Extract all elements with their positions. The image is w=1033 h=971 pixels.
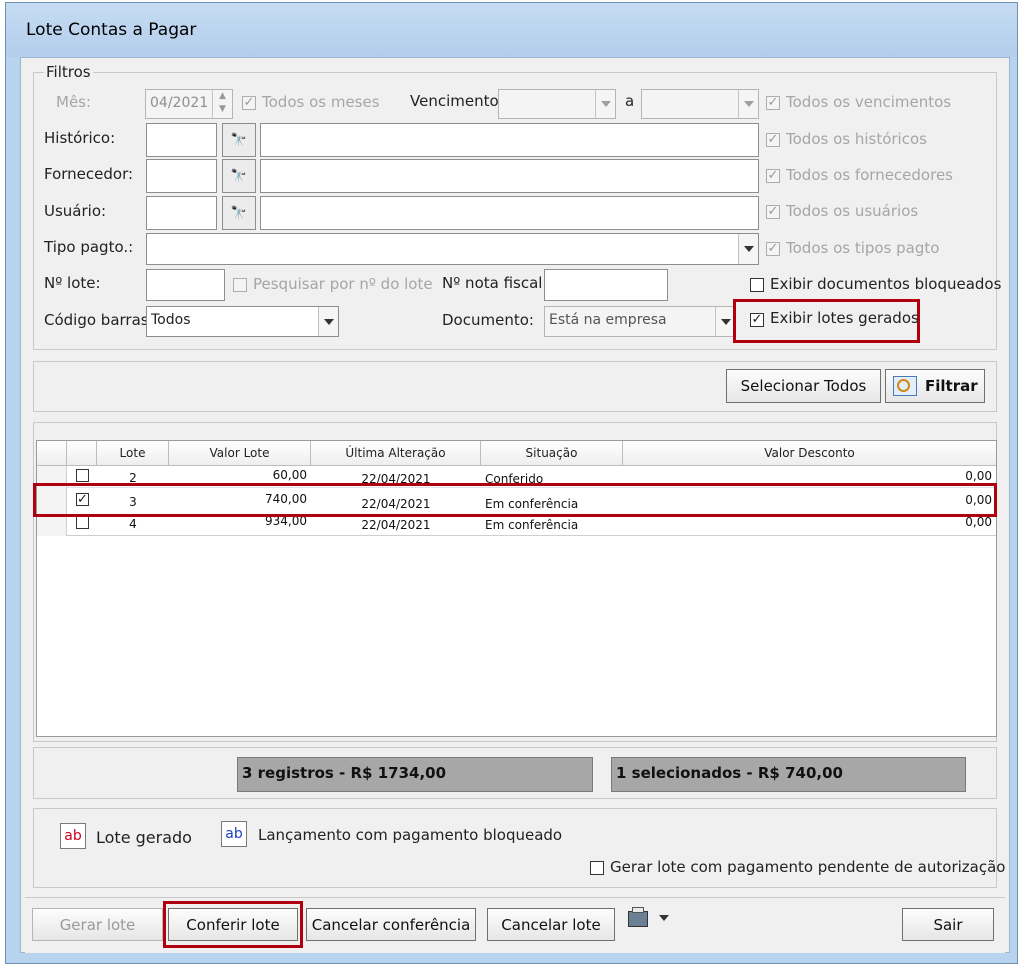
mes-spin[interactable]: ▲ ▼ (212, 90, 232, 118)
chevron-down-icon[interactable] (595, 90, 615, 118)
gerar-pendente-label: Gerar lote com pagamento pendente de aut… (610, 858, 1006, 876)
binoculars-icon: 🔭 (230, 168, 248, 184)
cell-data: 22/04/2021 (361, 518, 431, 532)
row-checkbox[interactable] (76, 469, 89, 482)
tipo-pagto-label: Tipo pagto.: (44, 238, 134, 256)
chevron-down-icon (659, 915, 669, 921)
cancelar-lote-button[interactable]: Cancelar lote (487, 908, 615, 941)
table-row[interactable]: 4 934,00 22/04/2021 Em conferência 0,00 (37, 514, 996, 536)
fornecedor-code-input[interactable] (146, 159, 217, 193)
vencimento-sep: a (625, 92, 635, 110)
tipo-pagto-select[interactable] (146, 233, 759, 265)
row-indicator (37, 514, 67, 536)
filter-button-label: Filtrar (925, 377, 978, 395)
cell-situacao: Em conferência (485, 518, 579, 532)
historico-search-button[interactable]: 🔭 (222, 123, 256, 157)
todos-historicos-checkbox[interactable]: ✓ (766, 133, 780, 147)
usuario-name-input[interactable] (260, 196, 759, 230)
vencimento-label: Vencimento: (410, 92, 504, 110)
selected-row-highlight (33, 483, 997, 517)
usuario-code-input[interactable] (146, 196, 217, 230)
todos-meses-label: Todos os meses (262, 93, 380, 111)
vencimento-from-select[interactable] (498, 89, 616, 119)
todos-fornecedores-label: Todos os fornecedores (786, 166, 953, 184)
pesquisar-lote-label: Pesquisar por nº do lote (253, 275, 433, 293)
cell-valor: 60,00 (272, 468, 307, 482)
fornecedor-search-button[interactable]: 🔭 (222, 159, 256, 193)
documento-select[interactable]: Está na empresa (544, 306, 736, 337)
lancamento-bloqueado-label: Lançamento com pagamento bloqueado (258, 826, 563, 844)
mes-input[interactable]: 04/2021 ▲ ▼ (145, 89, 233, 119)
nota-fiscal-label: Nº nota fiscal: (442, 274, 548, 292)
gerar-pendente-checkbox[interactable] (590, 861, 604, 875)
todos-usuarios-checkbox[interactable]: ✓ (766, 205, 780, 219)
cell-desconto: 0,00 (965, 515, 992, 529)
n-lote-label: Nº lote: (44, 274, 101, 292)
historico-name-input[interactable] (260, 123, 759, 157)
header-ultima-alteracao[interactable]: Última Alteração (311, 441, 481, 466)
todos-usuarios-label: Todos os usuários (786, 202, 919, 220)
pesquisar-lote-checkbox[interactable] (233, 278, 247, 292)
vencimento-to-select[interactable] (641, 89, 759, 119)
row-checkbox[interactable] (76, 516, 89, 529)
lote-gerado-icon: ab (60, 823, 86, 849)
header-lote[interactable]: Lote (97, 441, 169, 466)
exibir-bloqueados-label: Exibir documentos bloqueados (770, 275, 1002, 293)
binoculars-icon: 🔭 (230, 205, 248, 221)
mes-label: Mês: (56, 93, 92, 111)
historico-label: Histórico: (44, 129, 116, 147)
exibir-bloqueados-checkbox[interactable] (750, 278, 764, 292)
n-lote-input[interactable] (146, 269, 225, 301)
chevron-down-icon[interactable] (738, 234, 758, 264)
header-valor-desconto[interactable]: Valor Desconto (623, 441, 996, 466)
chevron-down-icon[interactable] (738, 90, 758, 118)
todos-meses-checkbox[interactable]: ✓ (242, 96, 256, 110)
total-selecionados: 1 selecionados - R$ 740,00 (611, 757, 966, 792)
codigo-barras-select[interactable]: Todos (146, 306, 339, 337)
header-situacao[interactable]: Situação (481, 441, 623, 466)
filter-button[interactable]: Filtrar (885, 369, 985, 403)
legend-group (33, 808, 997, 888)
cell-desconto: 0,00 (965, 469, 992, 483)
lancamento-bloqueado-icon: ab (221, 821, 247, 847)
header-check (67, 441, 97, 466)
printer-menu-button[interactable] (628, 907, 674, 933)
printer-icon (628, 907, 648, 927)
conferir-lote-button[interactable]: Conferir lote (168, 908, 298, 941)
exibir-lotes-checkbox[interactable]: ✓ (750, 313, 764, 327)
header-valor-lote[interactable]: Valor Lote (169, 441, 311, 466)
todos-historicos-label: Todos os históricos (786, 130, 927, 148)
todos-vencimentos-label: Todos os vencimentos (786, 93, 952, 111)
fornecedor-label: Fornecedor: (44, 165, 134, 183)
select-all-button[interactable]: Selecionar Todos (726, 369, 881, 403)
codigo-barras-label: Código barras (44, 311, 149, 329)
todos-tipos-label: Todos os tipos pagto (786, 239, 940, 257)
historico-code-input[interactable] (146, 123, 217, 157)
usuario-label: Usuário: (44, 202, 107, 220)
todos-fornecedores-checkbox[interactable]: ✓ (766, 169, 780, 183)
binoculars-icon: 🔭 (230, 132, 248, 148)
nota-fiscal-input[interactable] (544, 269, 668, 301)
filters-legend: Filtros (44, 63, 93, 81)
chevron-down-icon[interactable] (715, 307, 735, 336)
sair-button[interactable]: Sair (902, 908, 994, 941)
total-registros: 3 registros - R$ 1734,00 (237, 757, 593, 792)
fornecedor-name-input[interactable] (260, 159, 759, 193)
header-indicator (37, 441, 67, 466)
usuario-search-button[interactable]: 🔭 (222, 196, 256, 230)
todos-tipos-checkbox[interactable]: ✓ (766, 242, 780, 256)
lote-gerado-label: Lote gerado (96, 828, 192, 847)
documento-label: Documento: (442, 311, 534, 329)
cancelar-conferencia-button[interactable]: Cancelar conferência (306, 908, 476, 941)
gerar-lote-button[interactable]: Gerar lote (32, 908, 163, 941)
todos-vencimentos-checkbox[interactable]: ✓ (766, 96, 780, 110)
exibir-lotes-label: Exibir lotes gerados (770, 309, 919, 327)
cell-lote: 4 (129, 517, 137, 531)
chevron-down-icon[interactable] (318, 307, 338, 336)
magnifier-icon (893, 376, 917, 396)
window-title: Lote Contas a Pagar (26, 20, 197, 40)
